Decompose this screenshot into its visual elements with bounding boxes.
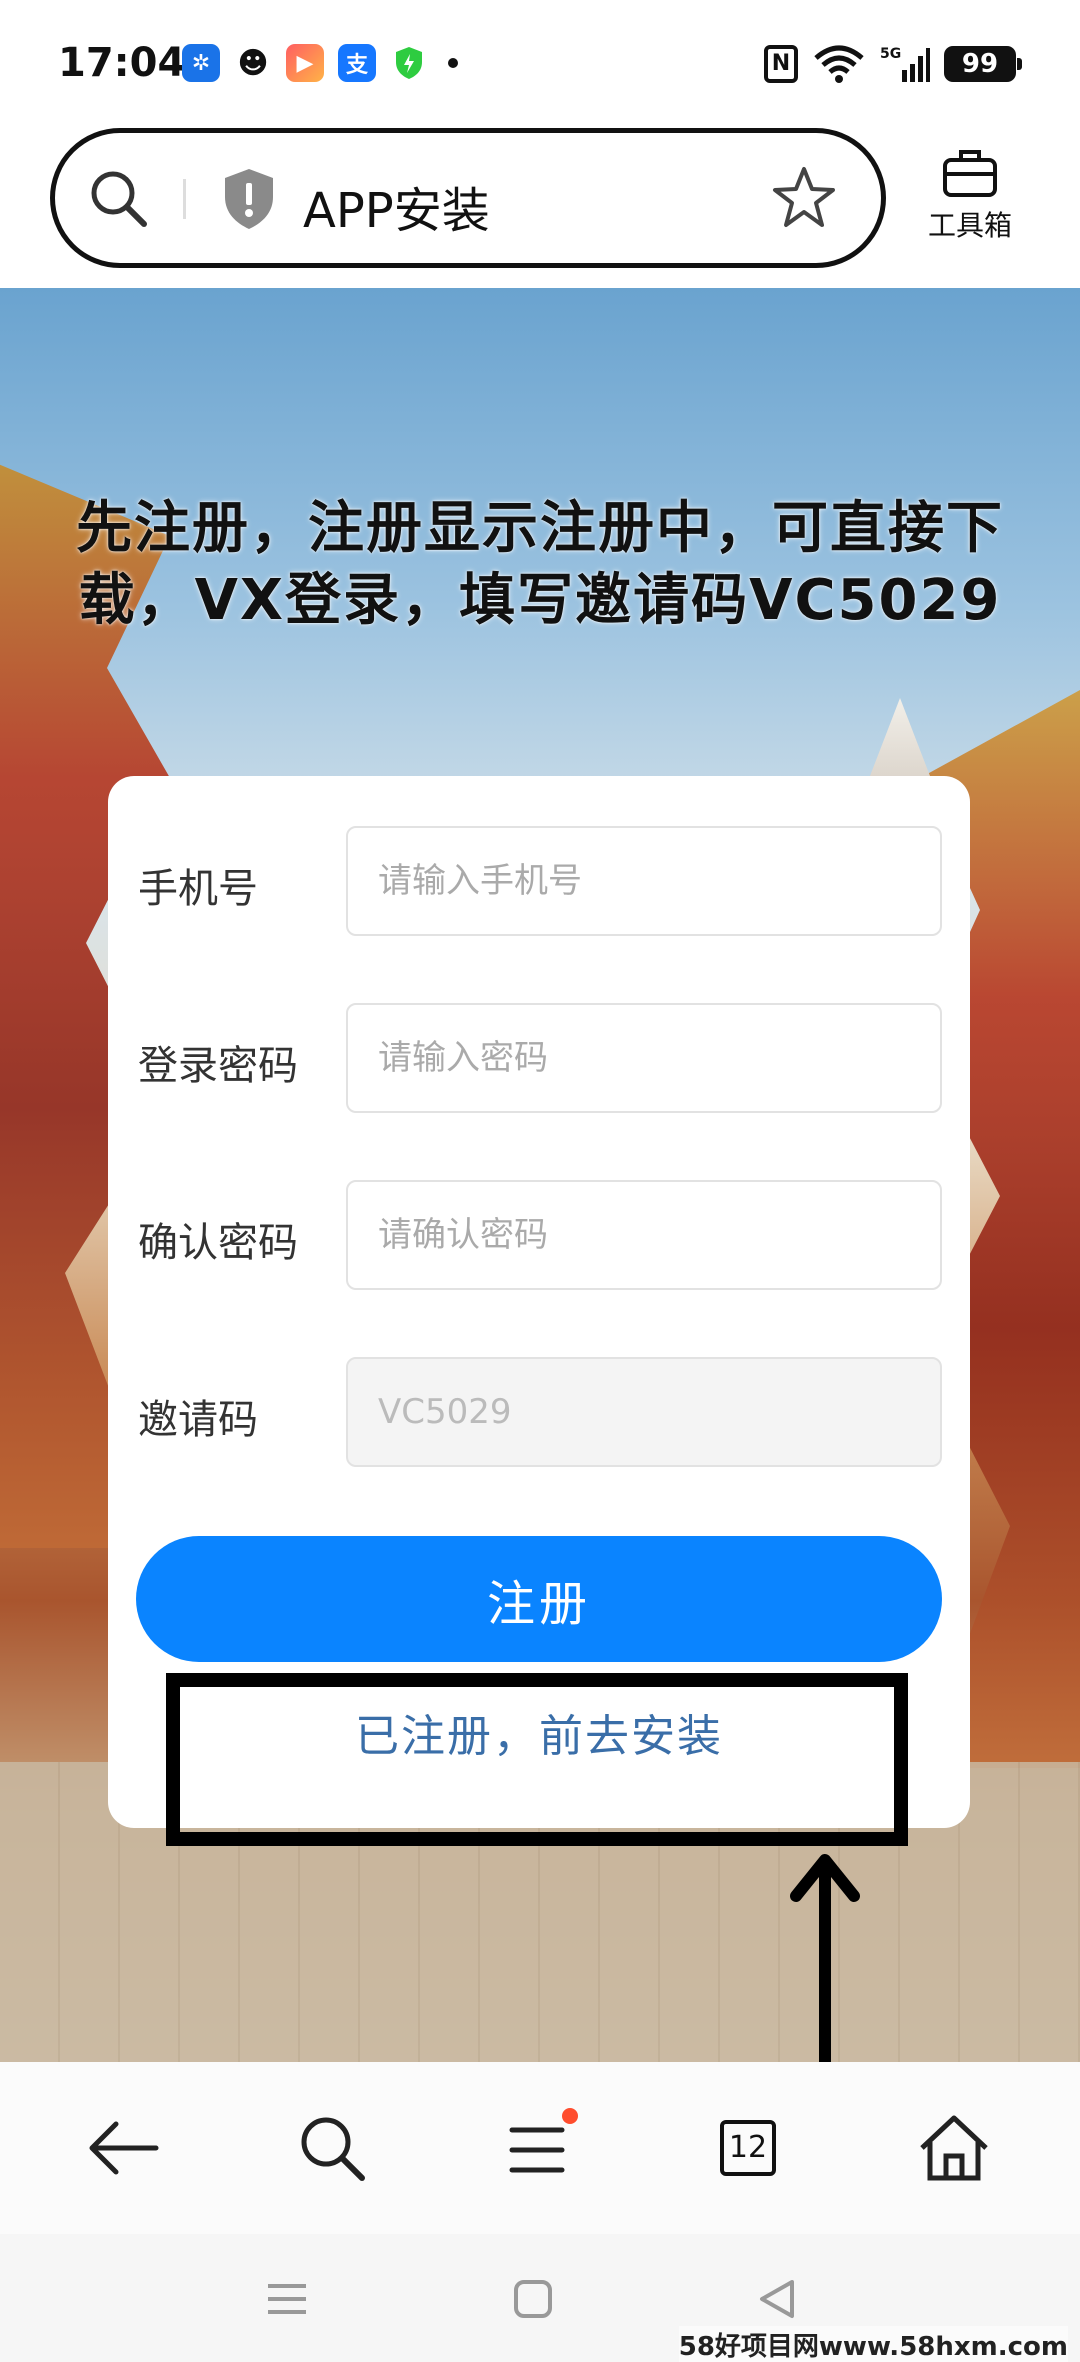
recent-apps-icon[interactable] [262, 2274, 312, 2324]
wifi-icon [814, 45, 864, 83]
browser-bottom-bar: 12 [0, 2062, 1080, 2234]
security-shield-icon[interactable] [221, 167, 277, 231]
tabs-button[interactable]: 12 [706, 2106, 790, 2190]
menu-notification-dot [562, 2108, 578, 2124]
battery-icon: 99 [944, 46, 1022, 82]
phone-row: 手机号 [138, 826, 954, 938]
watermark: 58好项目网www.58hxm.com [678, 2326, 1068, 2362]
status-bar: 17:04 ✲ ☻ ▶ 支 N 5G 99 [0, 0, 1080, 130]
confirm-password-row: 确认密码 [138, 1180, 954, 1292]
signal-5g-icon: 5G [880, 46, 930, 82]
menu-button[interactable] [498, 2106, 582, 2190]
home-icon[interactable] [912, 2106, 996, 2190]
password-row: 登录密码 [138, 1003, 954, 1115]
search-icon[interactable] [290, 2106, 374, 2190]
back-arrow-icon[interactable] [82, 2106, 166, 2190]
system-home-icon[interactable] [508, 2274, 558, 2324]
search-icon[interactable] [87, 167, 149, 229]
phone-label: 手机号 [138, 866, 258, 912]
password-label: 登录密码 [138, 1043, 298, 1089]
notification-icons: ✲ ☻ ▶ 支 [182, 44, 458, 82]
register-form: 手机号 登录密码 确认密码 邀请码 注册 已注册，前去安装 [108, 776, 970, 1828]
address-bar[interactable]: APP安装 [50, 128, 886, 268]
password-input[interactable] [346, 1003, 942, 1113]
toolbox-button[interactable]: 工具箱 [910, 146, 1030, 256]
address-divider [183, 179, 186, 219]
video-app-icon: ▶ [286, 44, 324, 82]
system-back-icon[interactable] [752, 2274, 802, 2324]
nfc-icon: N [764, 45, 798, 83]
svg-text:5G: 5G [880, 46, 901, 62]
annotation-highlight-box [166, 1673, 908, 1846]
status-time: 17:04 [58, 40, 186, 86]
toolbox-label: 工具箱 [927, 209, 1012, 242]
tab-count: 12 [720, 2120, 776, 2176]
register-button[interactable]: 注册 [136, 1536, 942, 1662]
invite-code-row: 邀请码 [138, 1357, 954, 1469]
bookmark-star-icon[interactable] [771, 165, 837, 231]
invite-code-input [346, 1357, 942, 1467]
alipay-icon: 支 [338, 44, 376, 82]
system-icons: N 5G 99 [764, 44, 1022, 84]
phone-input[interactable] [346, 826, 942, 936]
confirm-password-label: 确认密码 [138, 1220, 298, 1266]
confirm-password-input[interactable] [346, 1180, 942, 1290]
qq-icon: ☻ [234, 44, 272, 82]
toolbox-icon [943, 150, 997, 197]
page-title[interactable]: APP安装 [303, 171, 490, 241]
pinwheel-app-icon: ✲ [182, 44, 220, 82]
shield-icon [390, 44, 428, 82]
invite-code-label: 邀请码 [138, 1397, 258, 1443]
promo-instructions: 先注册，注册显示注册中，可直接下载，VX登录，填写邀请码VC5029 [76, 496, 1004, 633]
more-notifications-dot [448, 58, 458, 68]
